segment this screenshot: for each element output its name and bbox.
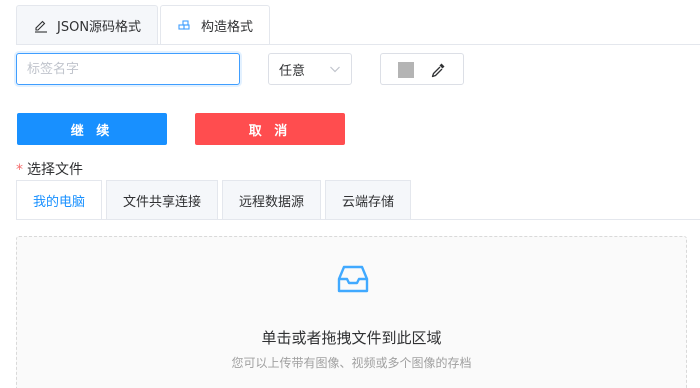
select-file-text: 选择文件 xyxy=(27,162,83,178)
required-mark: * xyxy=(16,162,23,178)
blocks-icon xyxy=(177,18,193,34)
upload-dropzone[interactable]: 单击或者拖拽文件到此区域 您可以上传带有图像、视频或多个图像的存档 xyxy=(16,236,687,388)
upload-main-text: 单击或者拖拽文件到此区域 xyxy=(261,329,442,347)
edit-icon xyxy=(33,18,49,34)
tab-cloud-storage[interactable]: 云端存储 xyxy=(325,180,412,219)
color-picker[interactable] xyxy=(380,53,464,85)
tab-json-source[interactable]: JSON源码格式 xyxy=(16,5,159,45)
chevron-down-icon xyxy=(329,62,341,76)
select-file-label: * 选择文件 xyxy=(16,159,83,179)
tab-my-computer[interactable]: 我的电脑 xyxy=(16,180,103,219)
tab-structured[interactable]: 构造格式 xyxy=(160,5,271,45)
file-source-tabs: 我的电脑 文件共享连接 远程数据源 云端存储 xyxy=(16,180,415,219)
upload-hint-text: 您可以上传带有图像、视频或多个图像的存档 xyxy=(231,356,472,370)
select-value: 任意 xyxy=(279,63,306,79)
attribute-type-select[interactable]: 任意 xyxy=(268,53,352,85)
tab-label: JSON源码格式 xyxy=(57,20,142,35)
tab-file-share[interactable]: 文件共享连接 xyxy=(106,180,219,219)
source-tabs-divider xyxy=(16,219,700,220)
tabs-divider xyxy=(16,44,700,45)
cancel-button[interactable]: 取 消 xyxy=(195,113,345,145)
color-swatch[interactable] xyxy=(398,62,414,78)
tab-remote-source[interactable]: 远程数据源 xyxy=(222,180,322,219)
eyedropper-icon[interactable] xyxy=(429,61,447,79)
continue-button[interactable]: 继 续 xyxy=(17,113,167,145)
label-name-input[interactable] xyxy=(16,53,240,85)
annotation-format-panel: JSON源码格式 构造格式 任意 继 xyxy=(0,0,700,388)
inbox-icon xyxy=(335,261,371,297)
format-tabs: JSON源码格式 构造格式 xyxy=(16,5,272,45)
tab-label: 构造格式 xyxy=(201,20,254,35)
